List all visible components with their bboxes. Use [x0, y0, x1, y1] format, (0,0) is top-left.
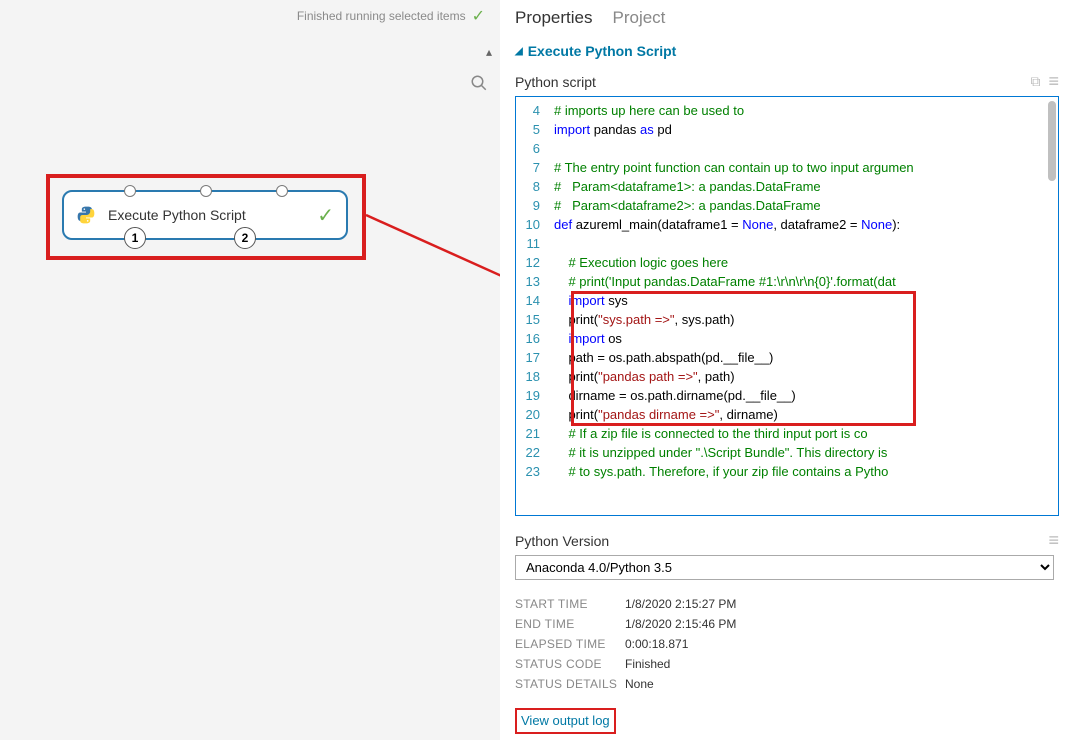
- info-key: ELAPSED TIME: [515, 637, 625, 651]
- input-port-1[interactable]: [124, 185, 136, 197]
- tab-properties[interactable]: Properties: [515, 8, 592, 28]
- tabs: Properties Project: [515, 0, 1059, 28]
- info-value: 0:00:18.871: [625, 637, 688, 651]
- section-title: Execute Python Script: [528, 43, 677, 59]
- popout-icon[interactable]: ⧉: [1030, 73, 1040, 90]
- info-key: END TIME: [515, 617, 625, 631]
- input-port-3[interactable]: [276, 185, 288, 197]
- view-output-log-link[interactable]: View output log: [521, 713, 610, 728]
- annotation-box-link: View output log: [515, 708, 616, 734]
- output-port-2[interactable]: 2: [234, 227, 256, 249]
- properties-panel: Properties Project ◢ Execute Python Scri…: [500, 0, 1074, 740]
- info-value: None: [625, 677, 654, 691]
- info-key: STATUS DETAILS: [515, 677, 625, 691]
- info-table: START TIME1/8/2020 2:15:27 PMEND TIME1/8…: [515, 594, 1059, 694]
- info-value: 1/8/2020 2:15:46 PM: [625, 617, 736, 631]
- info-key: START TIME: [515, 597, 625, 611]
- scrollbar-vertical[interactable]: [1048, 101, 1056, 181]
- script-label: Python script: [515, 74, 596, 90]
- canvas-panel: Finished running selected items ✓ ▴ Exec…: [0, 0, 500, 740]
- python-version-select[interactable]: Anaconda 4.0/Python 3.5: [515, 555, 1054, 580]
- node-label: Execute Python Script: [108, 207, 317, 223]
- search-icon[interactable]: [470, 74, 488, 97]
- output-port-1[interactable]: 1: [124, 227, 146, 249]
- check-icon: ✓: [317, 203, 334, 228]
- section-header[interactable]: ◢ Execute Python Script: [515, 43, 1059, 59]
- execute-python-node[interactable]: Execute Python Script ✓ 1 2: [62, 190, 348, 240]
- tab-project[interactable]: Project: [612, 8, 665, 28]
- line-gutter: 4567891011121314151617181920212223: [516, 97, 548, 515]
- info-value: Finished: [625, 657, 670, 671]
- status-text: Finished running selected items: [297, 9, 466, 23]
- menu-icon[interactable]: ≡: [1048, 530, 1059, 551]
- version-label: Python Version: [515, 533, 609, 549]
- check-icon: ✓: [472, 6, 485, 26]
- info-value: 1/8/2020 2:15:27 PM: [625, 597, 736, 611]
- code-editor[interactable]: 4567891011121314151617181920212223 # imp…: [515, 96, 1059, 516]
- collapse-handle-icon[interactable]: ▴: [486, 45, 492, 59]
- info-key: STATUS CODE: [515, 657, 625, 671]
- menu-icon[interactable]: ≡: [1048, 71, 1059, 92]
- python-icon: [76, 205, 96, 225]
- input-port-2[interactable]: [200, 185, 212, 197]
- status-bar: Finished running selected items ✓: [297, 6, 485, 26]
- triangle-icon: ◢: [515, 46, 523, 57]
- code-content[interactable]: # imports up here can be used toimport p…: [548, 97, 1058, 515]
